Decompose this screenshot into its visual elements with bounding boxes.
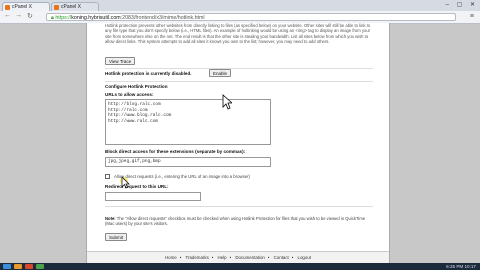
submit-button[interactable]: Submit xyxy=(105,233,128,241)
window-controls[interactable]: – ▢ ✕ xyxy=(446,1,478,8)
url-host: koning.hybrisutil.com xyxy=(71,15,121,21)
note-text: Note: The "Allow direct requests" checkb… xyxy=(105,216,375,227)
footer-link-help[interactable]: Help xyxy=(218,255,227,260)
reload-icon[interactable]: ↻ xyxy=(27,12,33,20)
tab-label: cPanel X xyxy=(12,4,33,10)
mouse-pointer-icon xyxy=(222,94,232,110)
intro-text: Hotlink protection prevents other websit… xyxy=(105,23,371,45)
url-path: :2083/frontend/x3/mime/hotlink.html xyxy=(120,15,205,21)
browser-tab-2[interactable]: cPanel X xyxy=(51,2,99,11)
footer-link-contact[interactable]: Contact xyxy=(274,255,289,260)
allow-direct-requests-label[interactable]: Allow direct requests (i.e., entering th… xyxy=(114,174,250,179)
divider xyxy=(105,81,373,82)
os-taskbar: 6:25 PM 10:17 xyxy=(0,263,480,270)
view-trace-button[interactable]: View Trace xyxy=(105,57,136,65)
forward-arrow-icon[interactable]: → xyxy=(15,12,22,19)
note-body: The "Allow direct requests" checkbox mus… xyxy=(105,216,366,227)
back-arrow-icon[interactable]: ← xyxy=(4,12,11,19)
footer-link-logout[interactable]: Logout xyxy=(298,255,311,260)
allowed-urls-textarea[interactable]: http://blog.ralc.com http://ralc.com htt… xyxy=(105,99,271,145)
url-input[interactable]: 🔒︎ https://koning.hybrisutil.com:2083/fr… xyxy=(46,13,456,21)
folder-icon[interactable] xyxy=(14,264,22,269)
allow-direct-requests-checkbox[interactable] xyxy=(105,174,110,179)
tab-label: cPanel X xyxy=(61,4,82,10)
menu-icon[interactable]: ≡ xyxy=(470,13,474,20)
browser-icon[interactable] xyxy=(25,264,33,269)
divider xyxy=(105,68,373,69)
extensions-label: Block direct access for these extensions… xyxy=(105,149,246,154)
cpanel-favicon-icon xyxy=(54,5,59,10)
footer-link-trademarks[interactable]: Trademarks xyxy=(186,255,209,260)
highlight-pointer-icon xyxy=(120,176,130,189)
footer-link-home[interactable]: Home xyxy=(165,255,177,260)
cpanel-favicon-icon xyxy=(5,5,10,10)
start-icon[interactable] xyxy=(3,264,11,269)
browser-tab-1[interactable]: cPanel X xyxy=(2,2,50,11)
footer-link-documentation[interactable]: Documentation xyxy=(235,255,265,260)
page-content: Hotlink protection prevents other websit… xyxy=(86,23,390,263)
note-label: Note: xyxy=(105,216,116,221)
extensions-input[interactable]: jpg,jpeg,gif,png,bmp xyxy=(105,157,271,167)
urls-label: URLs to allow access: xyxy=(105,92,154,97)
footer-nav: Home • Trademarks • Help • Documentation • C… xyxy=(87,251,389,263)
url-scheme: https:// xyxy=(55,15,72,21)
app-icon[interactable] xyxy=(36,264,44,269)
url-line: http://www.ralc.com xyxy=(108,118,159,124)
divider xyxy=(105,206,373,207)
redirect-url-input[interactable] xyxy=(105,192,201,201)
enable-button[interactable]: Enable xyxy=(209,69,232,77)
browser-tab-bar: cPanel X cPanel X – ▢ ✕ xyxy=(0,0,480,11)
system-clock: 6:25 PM 10:17 xyxy=(446,264,476,269)
configure-heading: Configure Hotlink Protection xyxy=(105,84,168,89)
redirect-label: Redirect request to this URL: xyxy=(105,184,169,189)
lock-icon: 🔒︎ xyxy=(51,15,54,21)
hotlink-status-text: Hotlink protection is currently disabled… xyxy=(105,71,192,76)
